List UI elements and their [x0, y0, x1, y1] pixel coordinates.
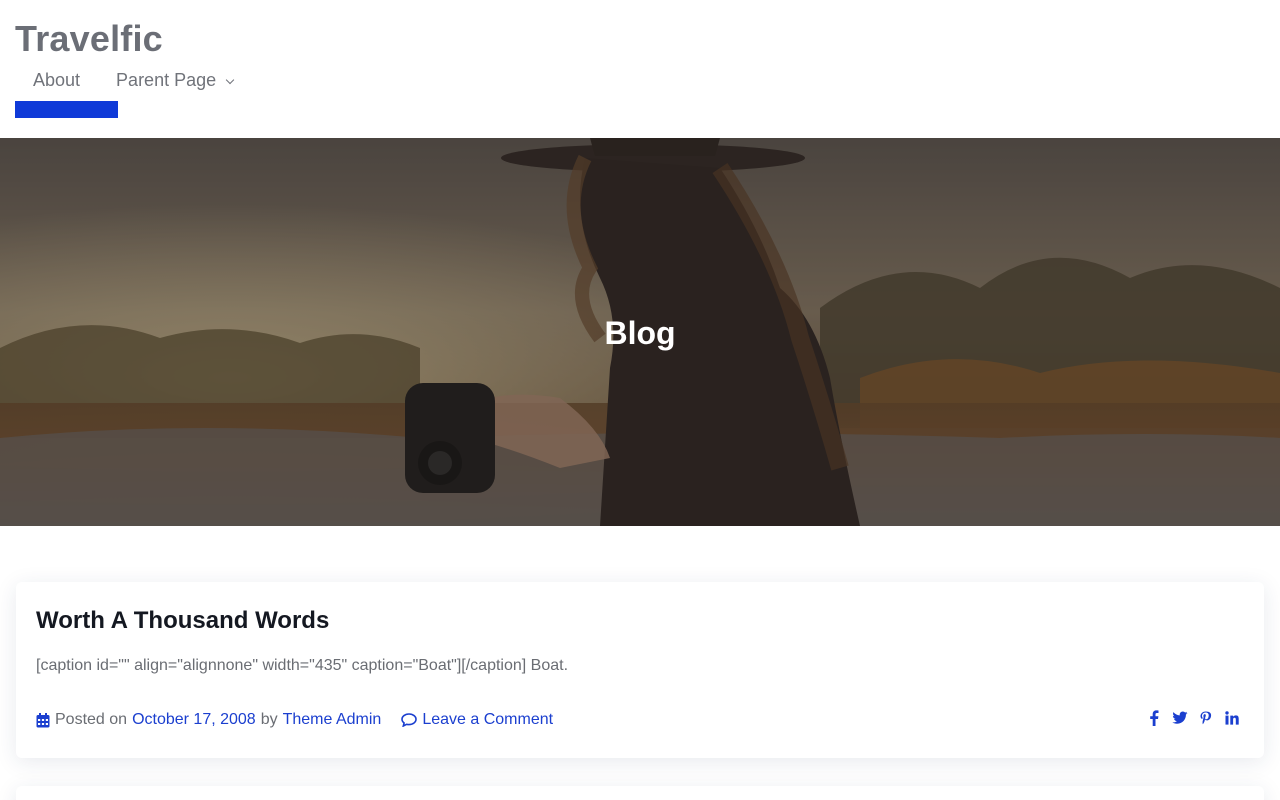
post-title[interactable]: Worth A Thousand Words — [36, 606, 329, 636]
site-header: Travelfic About Parent Page — [0, 0, 1280, 138]
nav-item-parent-page[interactable]: Parent Page — [116, 66, 235, 94]
by-label: by — [260, 711, 278, 728]
author-link[interactable]: Theme Admin — [283, 710, 382, 730]
nav-item-label: About — [33, 70, 81, 90]
comment-icon[interactable] — [401, 713, 418, 727]
facebook-icon[interactable] — [1146, 709, 1162, 727]
nav-item-label: Parent Page — [116, 70, 217, 90]
nav-active-indicator — [15, 101, 118, 118]
post-date-link[interactable]: October 17, 2008 — [132, 710, 256, 730]
linkedin-icon[interactable] — [1224, 709, 1240, 727]
leave-comment-link[interactable]: Leave a Comment — [422, 710, 553, 730]
post-excerpt: [caption id="" align="alignnone" width="… — [36, 657, 569, 674]
posted-on-label: Posted on — [55, 711, 128, 728]
post-card: Worth A Thousand Words [caption id="" al… — [16, 582, 1264, 758]
chevron-down-icon — [225, 75, 235, 85]
main-nav: About Parent Page — [15, 66, 235, 94]
post-list: Worth A Thousand Words [caption id="" al… — [0, 526, 1280, 800]
hero-banner: Blog — [0, 138, 1280, 526]
pinterest-icon[interactable] — [1198, 709, 1214, 727]
post-meta: Posted on October 17, 2008 by Theme Admi… — [36, 710, 553, 730]
calendar-icon — [36, 712, 50, 728]
social-share — [1146, 709, 1240, 727]
site-title[interactable]: Travelfic — [15, 17, 163, 61]
post-card — [16, 786, 1264, 800]
page-title: Blog — [604, 315, 676, 351]
nav-item-about[interactable]: About — [33, 66, 80, 94]
twitter-icon[interactable] — [1172, 709, 1188, 727]
